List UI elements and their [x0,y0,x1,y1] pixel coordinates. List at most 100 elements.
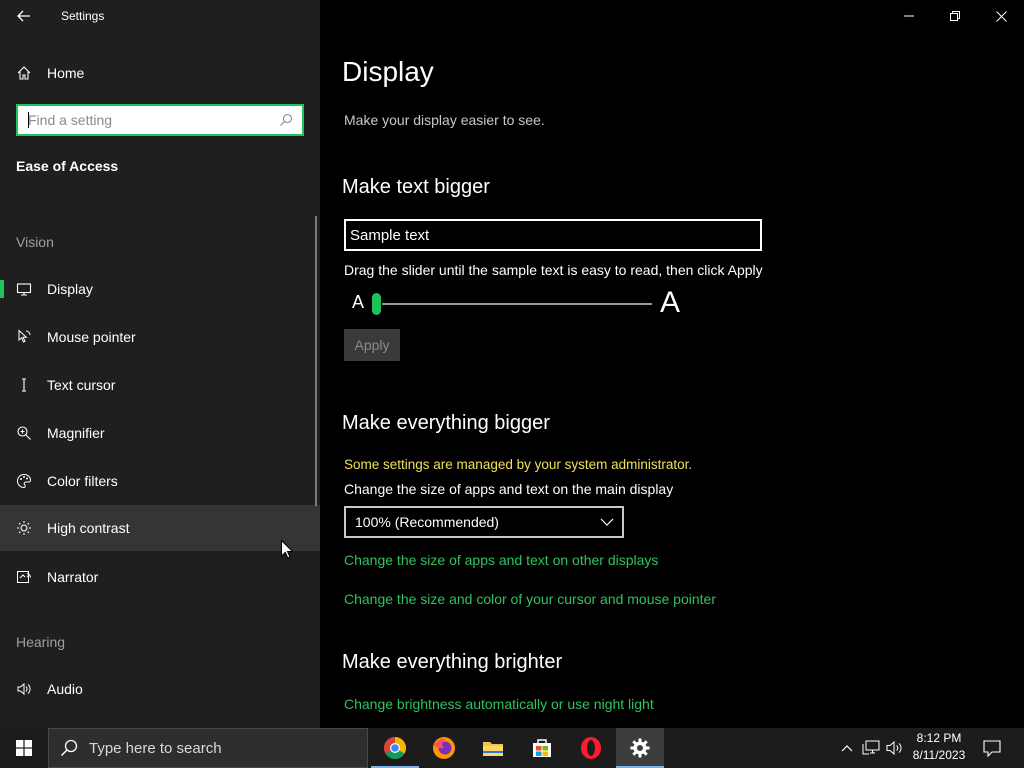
sidebar-item-audio[interactable]: Audio [0,666,320,712]
taskbar-search-box[interactable]: Type here to search [48,728,368,768]
windows-logo-icon [16,740,32,756]
home-icon [0,65,47,81]
sidebar-item-label: Mouse pointer [47,329,136,345]
sidebar-item-label: High contrast [47,520,130,536]
apply-button[interactable]: Apply [344,329,400,361]
start-button[interactable] [0,728,48,768]
volume-icon [886,740,902,756]
text-size-slider[interactable]: A A [344,286,684,322]
heading-make-everything-bigger: Make everything bigger [342,412,550,434]
monitor-icon [0,281,47,297]
color-filters-icon [0,473,47,489]
sample-text-box: Sample text [344,219,762,251]
taskbar-file-explorer[interactable] [469,728,517,768]
close-icon [995,10,1007,22]
settings-search-box[interactable] [16,104,304,136]
find-setting-input[interactable] [18,106,274,134]
network-tray-button[interactable] [860,728,882,768]
speaker-icon [0,681,47,697]
sidebar-item-text-cursor[interactable]: Text cursor [0,362,320,408]
settings-sidebar: Settings Home Ease of Access Vision Disp… [0,0,320,728]
store-icon [533,739,551,757]
settings-icon [630,738,650,758]
firefox-icon [433,737,455,759]
chevron-down-icon [600,518,614,526]
link-other-displays[interactable]: Change the size of apps and text on othe… [344,552,658,568]
back-arrow-icon [17,10,30,22]
selection-indicator [0,280,4,298]
slider-hint: Drag the slider until the sample text is… [344,262,763,278]
mouse-pointer-icon [0,329,47,345]
text-caret [28,112,29,128]
taskbar-opera[interactable] [567,728,615,768]
nav-home[interactable]: Home [0,56,320,90]
size-dropdown-label: Change the size of apps and text on the … [344,481,674,497]
slider-thumb[interactable] [372,293,381,315]
heading-make-text-bigger: Make text bigger [342,176,490,198]
network-icon [862,740,880,755]
search-icon[interactable] [274,113,298,127]
show-hidden-icons-button[interactable] [838,728,856,768]
admin-managed-note: Some settings are managed by your system… [344,457,693,472]
sidebar-item-label: Narrator [47,569,99,585]
close-button[interactable] [978,0,1024,32]
taskbar-clock[interactable]: 8:12 PM 8/11/2023 [904,730,974,764]
high-contrast-icon [0,520,47,536]
taskbar: Type here to search 8:12 PM 8/11/2023 [0,728,1024,768]
minimize-icon [904,15,914,17]
page-title: Display [342,56,434,87]
window-controls [886,0,1024,32]
group-label-hearing: Hearing [16,634,66,650]
section-title: Ease of Access [16,158,119,174]
minimize-button[interactable] [886,0,932,32]
notification-icon [983,739,1001,757]
sidebar-item-label: Magnifier [47,425,105,441]
taskbar-chrome[interactable] [371,728,419,768]
link-cursor-pointer[interactable]: Change the size and color of your cursor… [344,591,716,607]
sidebar-item-magnifier[interactable]: Magnifier [0,410,320,456]
volume-tray-button[interactable] [884,728,906,768]
sidebar-item-high-contrast[interactable]: High contrast [0,505,320,551]
app-title: Settings [61,9,105,23]
opera-icon [581,737,601,759]
page-subtitle: Make your display easier to see. [344,112,545,128]
restore-icon [950,11,960,21]
taskbar-store[interactable] [518,728,566,768]
sidebar-item-color-filters[interactable]: Color filters [0,458,320,504]
sidebar-item-display[interactable]: Display [0,266,320,312]
title-bar: Settings [0,0,320,32]
search-icon [49,739,89,757]
chrome-icon [384,737,406,759]
chevron-up-icon [841,745,853,752]
narrator-icon [0,569,47,585]
small-a-label: A [352,292,365,312]
sidebar-item-label: Audio [47,681,83,697]
scale-dropdown[interactable]: 100% (Recommended) [344,506,624,538]
file-explorer-icon [483,742,503,756]
back-button[interactable] [0,0,48,32]
sidebar-item-label: Display [47,281,93,297]
clock-date: 8/11/2023 [912,748,966,762]
notifications-button[interactable] [978,728,1006,768]
slider-track[interactable] [382,303,652,305]
sidebar-scrollbar[interactable] [315,216,317,506]
taskbar-settings[interactable] [616,728,664,768]
main-content: Display Make your display easier to see.… [320,0,1024,728]
group-label-vision: Vision [16,234,54,250]
clock-time: 8:12 PM [916,731,962,745]
nav-home-label: Home [47,65,85,81]
taskbar-firefox[interactable] [420,728,468,768]
sidebar-item-label: Text cursor [47,377,116,393]
sidebar-item-mouse-pointer[interactable]: Mouse pointer [0,314,320,360]
magnifier-icon [0,425,47,441]
scale-dropdown-value: 100% (Recommended) [355,514,499,530]
heading-make-everything-brighter: Make everything brighter [342,651,563,673]
restore-button[interactable] [932,0,978,32]
taskbar-search-placeholder: Type here to search [89,739,222,757]
sidebar-item-label: Color filters [47,473,118,489]
link-brightness-night-light[interactable]: Change brightness automatically or use n… [344,696,654,712]
mouse-cursor-icon [281,540,293,559]
sidebar-item-narrator[interactable]: Narrator [0,554,320,600]
big-a-label: A [660,286,681,319]
text-cursor-icon [0,377,47,393]
